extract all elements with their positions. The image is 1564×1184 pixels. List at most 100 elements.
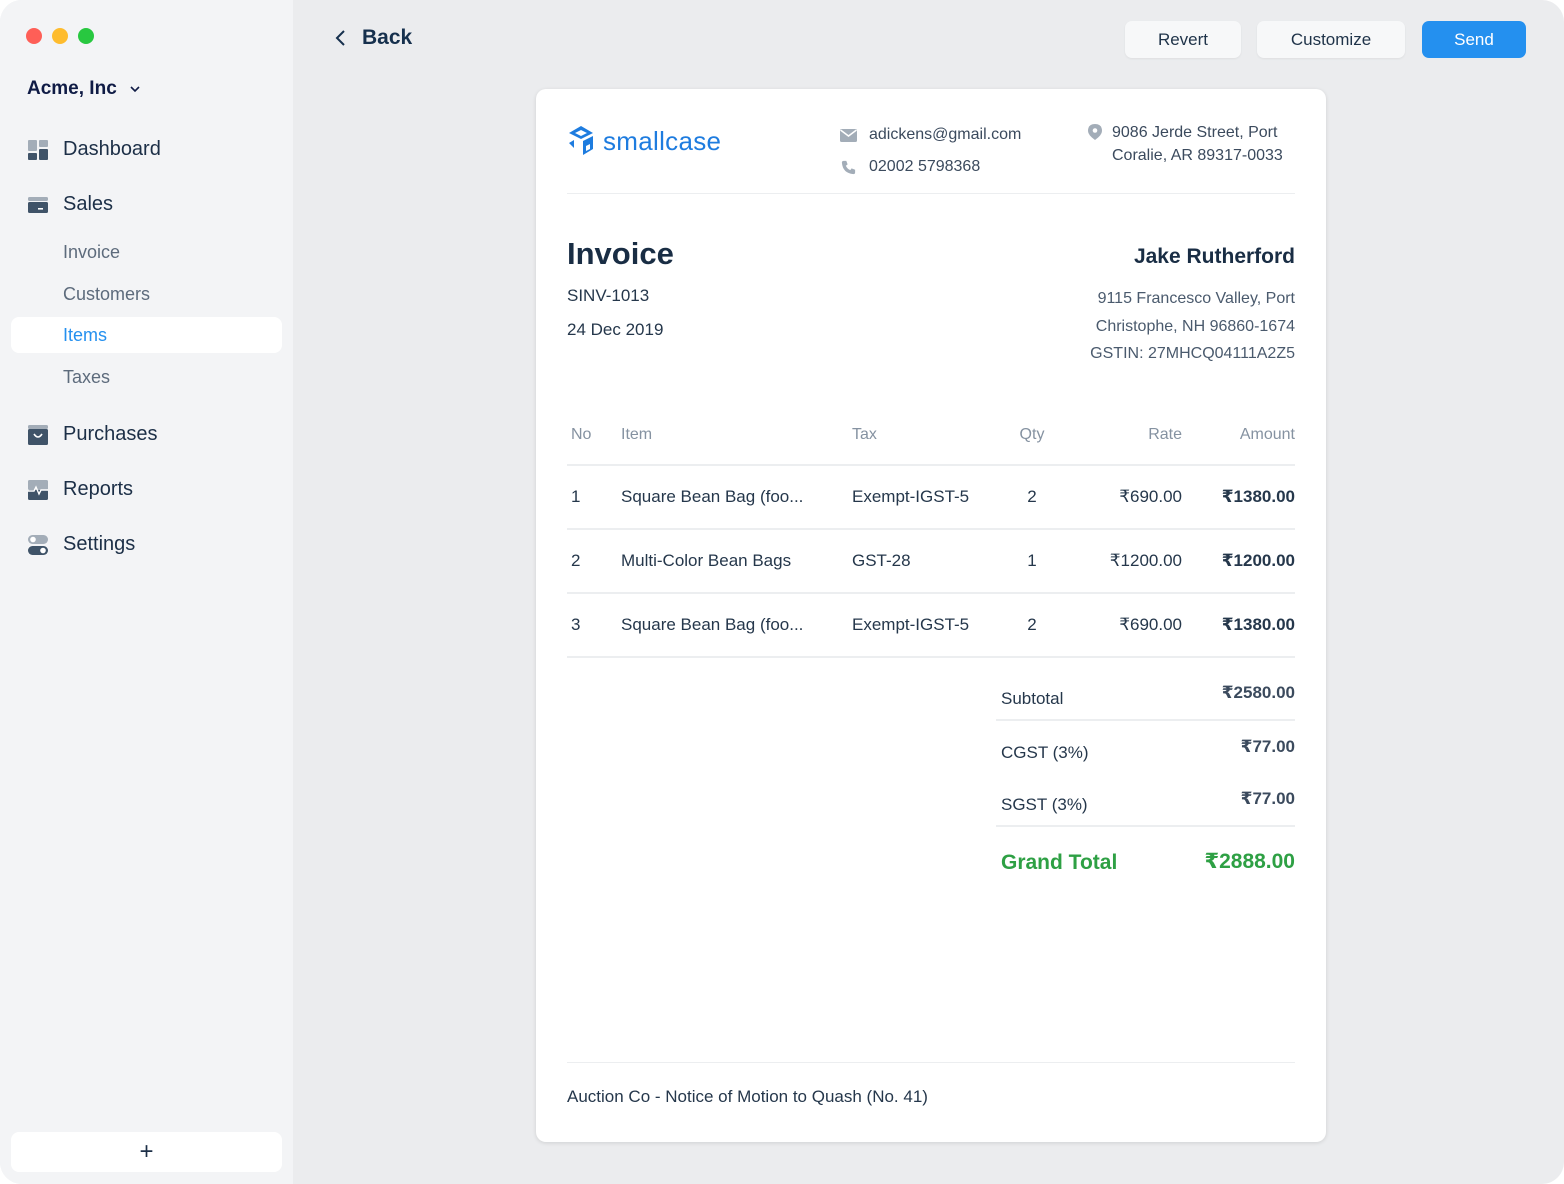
chevron-down-icon: [130, 86, 140, 93]
customer-address-line: Christophe, NH 96860-1674: [1095, 317, 1295, 335]
column-header-rate: Rate: [1072, 405, 1182, 466]
cgst-label: CGST (3%): [1001, 743, 1089, 762]
sidebar-item-dashboard[interactable]: Dashboard: [27, 138, 161, 161]
invoice-preview: smallcase adickens@gmail.com 02002 57983…: [536, 89, 1326, 1142]
cell-amount: ₹1380.00: [1182, 465, 1295, 530]
sidebar-item-label: Settings: [63, 533, 136, 555]
purchases-icon: [28, 424, 48, 445]
maximize-window-button[interactable]: [78, 28, 94, 44]
company-contact: adickens@gmail.com 02002 5798368: [840, 119, 1021, 183]
cell-item: Square Bean Bag (foo...: [621, 593, 852, 658]
sidebar-subitem-label: Invoice: [63, 241, 121, 262]
cell-tax: GST-28: [852, 529, 992, 594]
sidebar-subitem-items[interactable]: Items: [11, 317, 282, 353]
cell-rate: ₹690.00: [1072, 593, 1182, 658]
cell-qty: 2: [992, 465, 1072, 530]
table-row: 2 Multi-Color Bean Bags GST-28 1 ₹1200.0…: [567, 529, 1295, 594]
customer-address-line: 9115 Francesco Valley, Port: [1097, 290, 1295, 307]
company-phone: 02002 5798368: [869, 158, 981, 175]
company-address: 9086 Jerde Street, Port Coralie, AR 8931…: [1088, 121, 1283, 167]
column-header-item: Item: [621, 405, 852, 466]
grand-total-value: ₹2888.00: [1204, 850, 1295, 873]
cell-rate: ₹1200.00: [1072, 529, 1182, 594]
cell-qty: 1: [992, 529, 1072, 594]
cell-amount: ₹1380.00: [1182, 593, 1295, 658]
table-row: 1 Square Bean Bag (foo... Exempt-IGST-5 …: [567, 465, 1295, 530]
cell-no: 1: [567, 465, 621, 530]
column-header-amount: Amount: [1182, 405, 1295, 466]
invoice-number: SINV-1013: [567, 286, 650, 305]
company-email: adickens@gmail.com: [869, 126, 1022, 143]
cell-item: Square Bean Bag (foo...: [621, 465, 852, 530]
back-label: Back: [362, 26, 413, 49]
cgst-value: ₹77.00: [1240, 737, 1295, 756]
sidebar-item-settings[interactable]: Settings: [27, 533, 135, 556]
company-logo-text: smallcase: [603, 125, 722, 156]
sidebar-subitem-label: Customers: [63, 283, 151, 304]
sgst-value: ₹77.00: [1240, 789, 1295, 808]
sgst-row: SGST (3%) ₹77.00: [996, 773, 1295, 825]
sidebar-subitem-label: Taxes: [63, 366, 111, 387]
sidebar-item-label: Purchases: [63, 423, 158, 445]
sgst-label: SGST (3%): [1001, 795, 1088, 814]
cell-no: 2: [567, 529, 621, 594]
add-button[interactable]: +: [11, 1132, 282, 1172]
cell-rate: ₹690.00: [1072, 465, 1182, 530]
send-button[interactable]: Send: [1422, 21, 1526, 58]
company-address-line: Coralie, AR 89317-0033: [1112, 147, 1283, 164]
sidebar-subitem-customers[interactable]: Customers: [11, 276, 282, 312]
sidebar: Acme, Inc Dashboard Sales Invoice Custom…: [0, 0, 293, 1184]
dashboard-icon: [28, 139, 48, 160]
company-switcher[interactable]: Acme, Inc: [27, 78, 141, 100]
minimize-window-button[interactable]: [52, 28, 68, 44]
grand-total-row: Grand Total ₹2888.00: [996, 827, 1295, 879]
column-header-tax: Tax: [852, 405, 992, 466]
footer-divider: [567, 1062, 1295, 1063]
sidebar-item-reports[interactable]: Reports: [27, 478, 133, 501]
line-items-table: No Item Tax Qty Rate Amount 1 Square Bea…: [567, 405, 1295, 658]
table-row: 3 Square Bean Bag (foo... Exempt-IGST-5 …: [567, 593, 1295, 658]
sidebar-item-label: Reports: [63, 478, 134, 500]
cell-item: Multi-Color Bean Bags: [621, 529, 852, 594]
app-window: Acme, Inc Dashboard Sales Invoice Custom…: [0, 0, 1564, 1184]
cell-amount: ₹1200.00: [1182, 529, 1295, 594]
smallcase-logo-icon: [569, 126, 593, 155]
sidebar-subitem-taxes[interactable]: Taxes: [11, 359, 282, 395]
sidebar-item-label: Sales: [63, 193, 114, 215]
column-header-no: No: [567, 405, 621, 466]
cell-qty: 2: [992, 593, 1072, 658]
reports-icon: [28, 479, 48, 500]
customer-gstin: GSTIN: 27MHCQ04111A2Z5: [1090, 345, 1295, 362]
subtotal-label: Subtotal: [1001, 689, 1064, 708]
invoice-date: 24 Dec 2019: [567, 320, 664, 339]
revert-button[interactable]: Revert: [1125, 21, 1241, 58]
phone-icon: [841, 160, 856, 174]
sidebar-item-label: Dashboard: [63, 138, 161, 160]
invoice-footer-note: Auction Co - Notice of Motion to Quash (…: [567, 1087, 928, 1106]
totals-section: Subtotal ₹2580.00 CGST (3%) ₹77.00 SGST …: [996, 669, 1295, 879]
header-divider: [567, 193, 1295, 194]
cgst-row: CGST (3%) ₹77.00: [996, 721, 1295, 773]
company-name: Acme, Inc: [27, 78, 117, 99]
invoice-title: Invoice: [567, 236, 674, 271]
back-button[interactable]: Back: [334, 26, 412, 50]
close-window-button[interactable]: [26, 28, 42, 44]
company-address-line: 9086 Jerde Street, Port: [1112, 124, 1278, 141]
customer-address: 9115 Francesco Valley, Port Christophe, …: [1090, 285, 1295, 368]
cell-tax: Exempt-IGST-5: [852, 593, 992, 658]
sidebar-subitem-invoice[interactable]: Invoice: [11, 234, 282, 270]
plus-icon: +: [139, 1138, 154, 1165]
company-logo: smallcase: [567, 125, 721, 157]
sidebar-item-purchases[interactable]: Purchases: [27, 423, 158, 446]
location-pin-icon: [1088, 124, 1102, 140]
sales-icon: [28, 196, 48, 213]
customer-name: Jake Rutherford: [1133, 245, 1295, 268]
cell-no: 3: [567, 593, 621, 658]
table-header-row: No Item Tax Qty Rate Amount: [567, 405, 1295, 466]
settings-icon: [28, 534, 48, 555]
sidebar-item-sales[interactable]: Sales: [27, 193, 113, 216]
grand-total-label: Grand Total: [1001, 851, 1118, 874]
mail-icon: [840, 128, 857, 142]
chevron-left-icon: [335, 30, 345, 46]
customize-button[interactable]: Customize: [1257, 21, 1405, 58]
